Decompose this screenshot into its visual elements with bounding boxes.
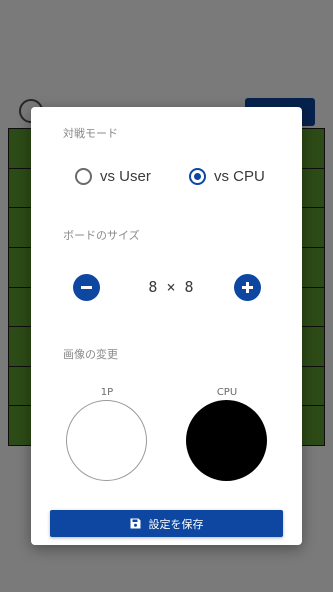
save-settings-button[interactable]: 設定を保存 [50, 510, 283, 537]
minus-icon [81, 286, 92, 289]
player1-image[interactable] [66, 400, 147, 481]
mode-section-title: 対戦モード [63, 127, 118, 140]
player1-label: 1P [100, 387, 114, 398]
radio-checked-icon [189, 167, 206, 185]
radio-unchecked-icon [75, 167, 92, 185]
image-section-title: 画像の変更 [63, 348, 118, 361]
radio-vs-user[interactable]: vs User [75, 166, 151, 186]
cpu-image[interactable] [186, 400, 267, 481]
save-icon [130, 518, 140, 529]
decrease-size-button[interactable] [73, 274, 100, 301]
board-size-section-title: ボードのサイズ [63, 229, 140, 242]
plus-icon [242, 282, 253, 293]
radio-vs-cpu[interactable]: vs CPU [189, 166, 265, 186]
settings-dialog: 対戦モード vs User vs CPU ボードのサイズ 8 × 8 画像の変更… [31, 107, 302, 545]
radio-vs-user-label: vs User [100, 167, 151, 185]
radio-vs-cpu-label: vs CPU [214, 167, 265, 185]
cpu-label: CPU [216, 387, 238, 398]
save-settings-label: 設定を保存 [148, 517, 204, 531]
board-size-value: 8 × 8 [148, 278, 194, 296]
increase-size-button[interactable] [234, 274, 261, 301]
